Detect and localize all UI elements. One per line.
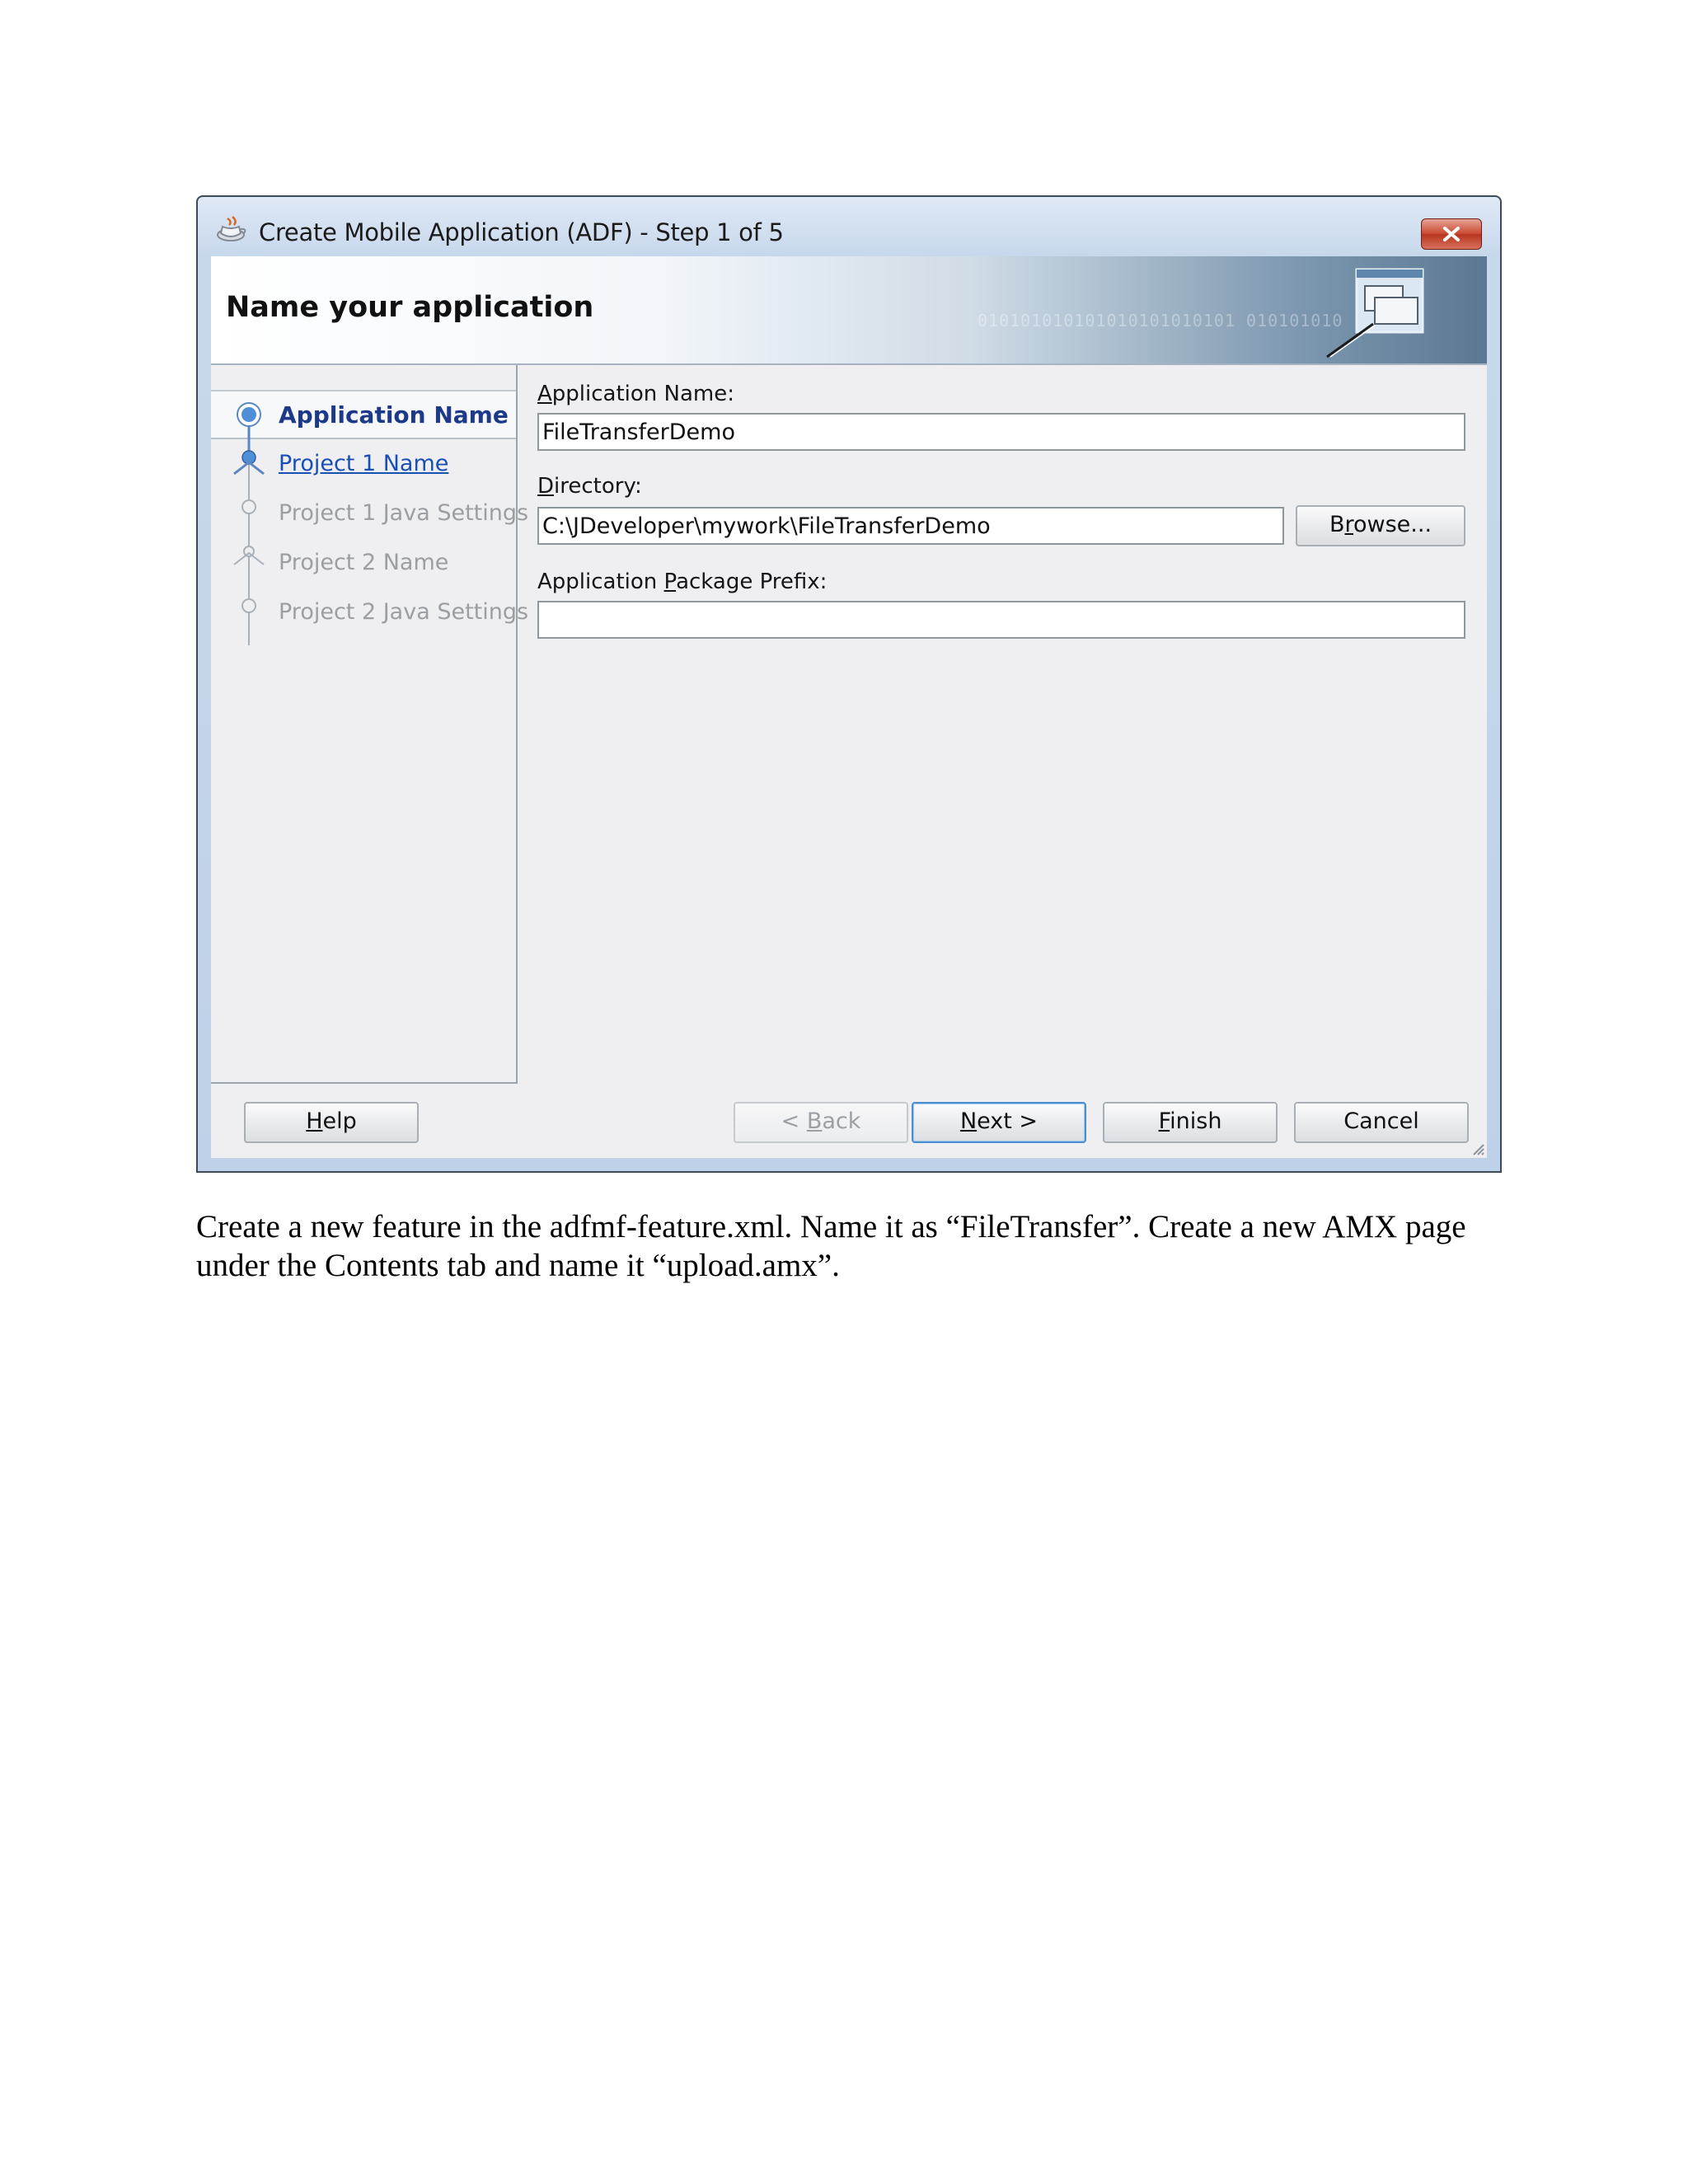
document-caption: Create a new feature in the adfmf-featur…: [196, 1209, 1466, 1283]
wizard-window-icon: [1326, 268, 1424, 359]
directory-label: Directory:: [537, 474, 642, 499]
step-train-icon: [233, 402, 265, 645]
step-application-name[interactable]: Application Name: [279, 401, 509, 429]
close-button[interactable]: [1421, 218, 1482, 250]
btn-text: elp: [322, 1108, 357, 1134]
btn-text: <: [781, 1108, 807, 1134]
mnemonic: H: [306, 1108, 323, 1134]
btn-text: owse...: [1353, 512, 1432, 537]
mnemonic: D: [537, 474, 555, 499]
package-prefix-input[interactable]: [537, 601, 1465, 639]
page-title: Name your application: [226, 291, 594, 324]
mnemonic: B: [806, 1108, 823, 1134]
package-prefix-label: Application Package Prefix:: [537, 569, 827, 594]
mnemonic: r: [1344, 512, 1353, 537]
step-project-1-java-settings: Project 1 Java Settings: [279, 500, 529, 526]
step-project-1-name[interactable]: Project 1 Name: [279, 451, 448, 476]
title-bar[interactable]: Create Mobile Application (ADF) - Step 1…: [198, 197, 1500, 256]
btn-text: B: [1329, 512, 1345, 537]
wizard-header: Name your application 010101010101010101…: [211, 256, 1487, 365]
application-name-input[interactable]: FileTransferDemo: [537, 413, 1465, 451]
wizard-content: Application Name: FileTransferDemo Direc…: [518, 365, 1487, 1084]
window-title: Create Mobile Application (ADF) - Step 1…: [259, 218, 784, 246]
back-button: < Back: [734, 1102, 908, 1143]
header-binary-decoration: 010101010101010101010101 010101010: [978, 311, 1343, 330]
mnemonic: P: [663, 569, 677, 594]
label-text: ackage Prefix:: [676, 569, 828, 594]
cancel-button[interactable]: Cancel: [1294, 1102, 1469, 1143]
label-text: irectory:: [554, 474, 642, 499]
browse-button[interactable]: Browse...: [1296, 505, 1465, 546]
dialog-client-area: Name your application 010101010101010101…: [211, 256, 1487, 1158]
label-text: pplication Name:: [551, 382, 735, 406]
wizard-steps-panel: Application Name Project 1 Name Project …: [211, 365, 528, 1084]
btn-text: inish: [1170, 1108, 1222, 1134]
java-cup-icon: [217, 216, 246, 241]
mnemonic: A: [537, 382, 552, 406]
mnemonic: N: [959, 1108, 978, 1134]
dialog-window: Create Mobile Application (ADF) - Step 1…: [196, 195, 1502, 1173]
step-project-2-java-settings: Project 2 Java Settings: [279, 599, 529, 625]
directory-input[interactable]: C:\JDeveloper\mywork\FileTransferDemo: [537, 507, 1284, 545]
btn-text: ack: [822, 1108, 861, 1134]
resize-grip-icon[interactable]: [1469, 1140, 1485, 1156]
next-button[interactable]: Next >: [912, 1102, 1086, 1143]
btn-text: ext >: [977, 1108, 1039, 1134]
finish-button[interactable]: Finish: [1103, 1102, 1278, 1143]
label-text: Application: [537, 569, 664, 594]
close-icon: [1443, 227, 1460, 241]
application-name-label: Application Name:: [537, 382, 734, 406]
step-project-2-name: Project 2 Name: [279, 550, 449, 575]
mnemonic: F: [1158, 1108, 1170, 1134]
help-button[interactable]: Help: [244, 1102, 419, 1143]
